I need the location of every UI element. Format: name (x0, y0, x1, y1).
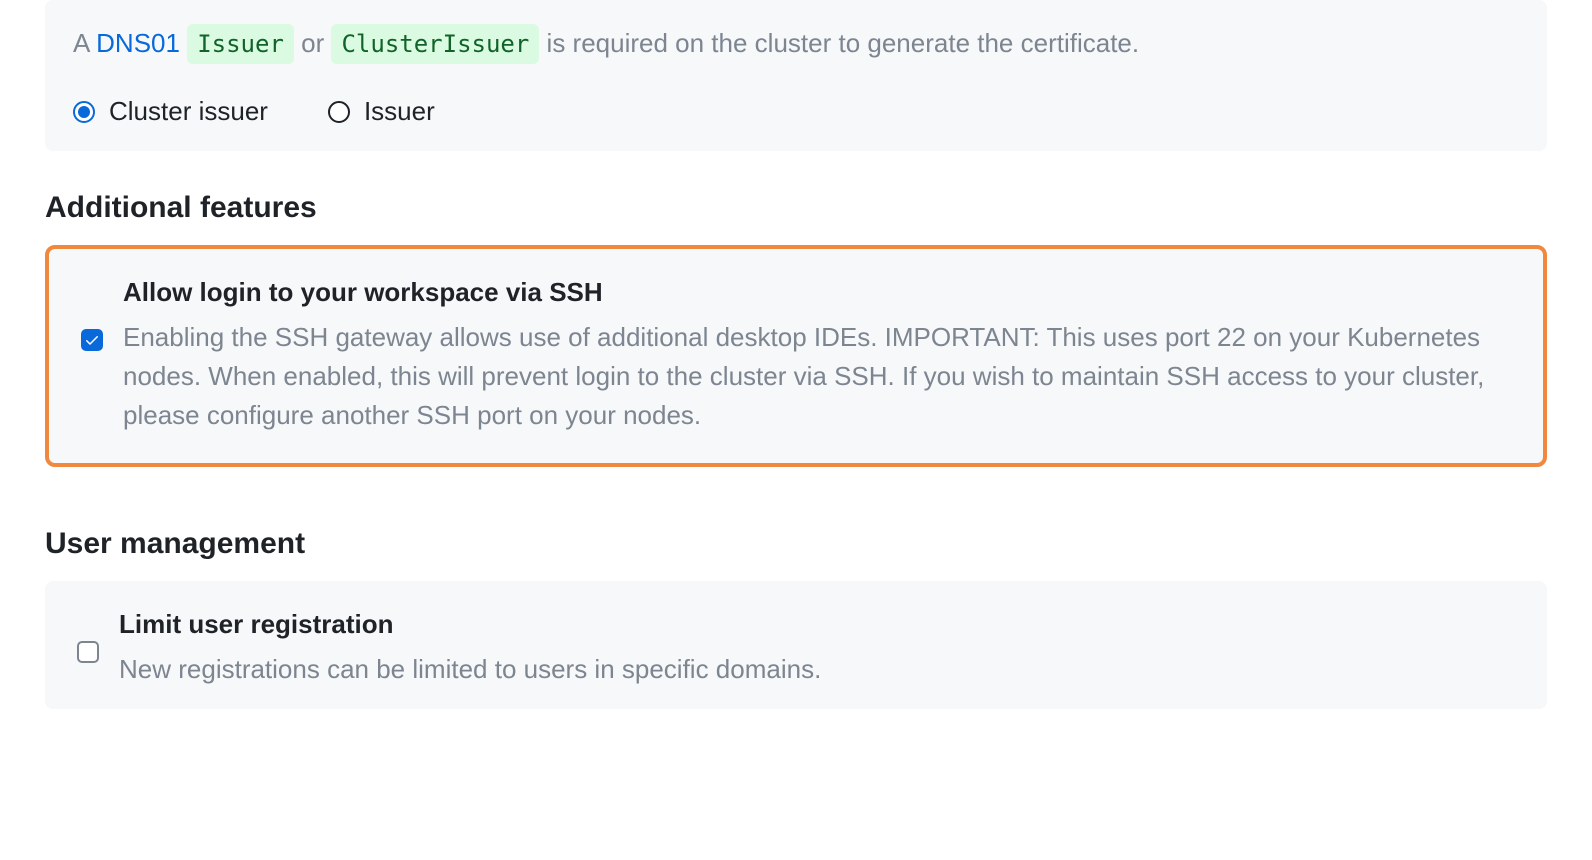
ssh-checkbox[interactable] (81, 329, 103, 351)
issuer-label: Issuer (364, 96, 435, 127)
dns-issuer-card: A DNS01 Issuer or ClusterIssuer is requi… (45, 0, 1547, 151)
dns-text-suffix: is required on the cluster to generate t… (539, 28, 1139, 58)
issuer-radio[interactable]: Issuer (328, 96, 435, 127)
radio-unchecked-icon (328, 101, 350, 123)
dns-text-middle: or (294, 28, 332, 58)
limit-registration-description: New registrations can be limited to user… (119, 650, 1515, 689)
dns-description: A DNS01 Issuer or ClusterIssuer is requi… (73, 24, 1519, 64)
ssh-feature-description: Enabling the SSH gateway allows use of a… (123, 318, 1511, 435)
user-management-heading: User management (45, 527, 1547, 561)
additional-features-heading: Additional features (45, 191, 1547, 225)
limit-registration-title: Limit user registration (119, 609, 1515, 640)
dns01-link[interactable]: DNS01 (96, 28, 180, 58)
issuer-radio-group: Cluster issuer Issuer (73, 96, 1519, 127)
cluster-issuer-chip: ClusterIssuer (331, 24, 539, 64)
radio-checked-icon (73, 101, 95, 123)
limit-registration-card: Limit user registration New registration… (45, 581, 1547, 709)
issuer-chip: Issuer (187, 24, 294, 64)
cluster-issuer-radio[interactable]: Cluster issuer (73, 96, 268, 127)
ssh-feature-card: Allow login to your workspace via SSH En… (45, 245, 1547, 467)
dns-text-prefix: A (73, 28, 96, 58)
cluster-issuer-label: Cluster issuer (109, 96, 268, 127)
limit-registration-checkbox[interactable] (77, 641, 99, 663)
check-icon (84, 332, 100, 348)
ssh-feature-title: Allow login to your workspace via SSH (123, 277, 1511, 308)
